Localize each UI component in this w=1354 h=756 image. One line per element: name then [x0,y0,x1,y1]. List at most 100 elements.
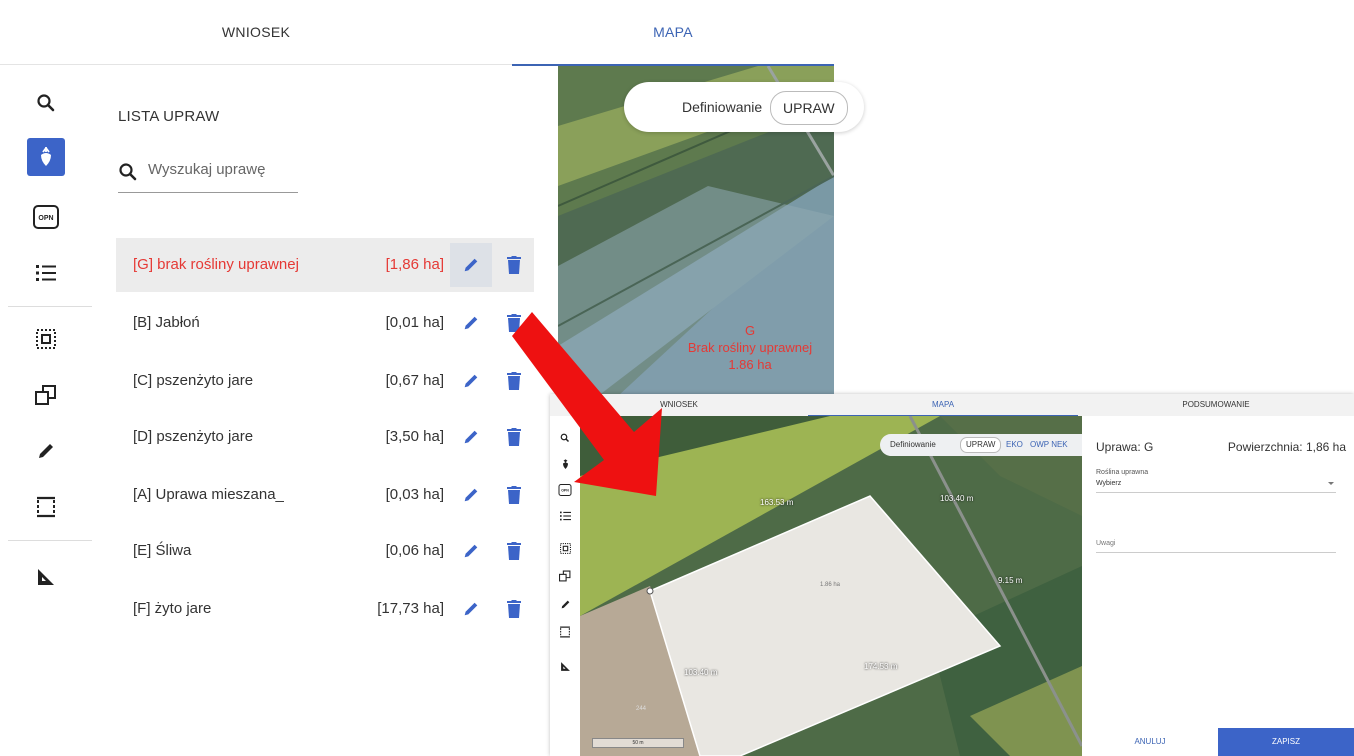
pencil-icon [464,430,478,444]
tab-divider [0,64,512,65]
mode-label: Definiowanie [682,99,763,115]
crop-row[interactable]: [E] Śliwa [0,06 ha] [116,524,534,578]
form-title: Uprawa: G [1096,440,1154,454]
edit-crop-button[interactable] [450,301,492,345]
map-scale-bar: 50 m [592,738,684,748]
pencil-icon [36,441,56,461]
delete-crop-button[interactable] [500,359,528,403]
measure-tool-button[interactable] [27,558,65,596]
crop-select-label: Roślina uprawna [1096,469,1149,476]
vegetable-icon [37,146,55,168]
inset-tab-mapa[interactable]: MAPA [808,394,1078,416]
edit-crop-button[interactable] [450,415,492,459]
crop-name: [E] Śliwa [133,542,192,559]
map-measurement: 103.40 m [684,668,718,677]
inset-mode-upraw-button[interactable]: UPRAW [960,437,1002,453]
dashed-frame-icon[interactable] [557,624,573,640]
crop-row[interactable]: [C] pszenżyto jare [0,67 ha] [116,354,534,408]
crop-name: [A] Uprawa mieszana_ [133,486,284,503]
pencil-icon [464,374,478,388]
pencil-icon [464,544,478,558]
crop-name: [D] pszenżyto jare [133,428,254,445]
crop-select[interactable]: Wybierz [1096,478,1336,493]
vegetable-icon[interactable] [557,456,573,472]
delete-crop-button[interactable] [500,473,528,517]
copy-tool-button[interactable] [27,376,65,414]
trash-icon [507,428,521,446]
copy-shape-icon[interactable] [557,568,573,584]
select-area-icon[interactable] [557,540,573,556]
crops-tool-button[interactable] [27,138,65,176]
save-button[interactable]: ZAPISZ [1218,728,1354,756]
select-area-tool-button[interactable] [27,320,65,358]
delete-crop-button[interactable] [500,587,528,631]
crop-search [118,152,298,193]
crop-search-input[interactable] [148,161,298,178]
inset-tab-podsumowanie[interactable]: PODSUMOWANIE [1078,394,1354,415]
edit-crop-button[interactable] [450,243,492,287]
inset-tab-bar: WNIOSEK MAPA PODSUMOWANIE [550,394,1354,416]
pencil-icon [464,488,478,502]
crop-area: [0,01 ha] [385,314,444,331]
delete-crop-button[interactable] [500,415,528,459]
crop-row[interactable]: [G] brak rośliny uprawnej [1,86 ha] [116,238,534,292]
map-measurement: 174.53 m [864,662,898,671]
edit-crop-button[interactable] [450,587,492,631]
edit-tool-button[interactable] [27,432,65,470]
inset-screenshot: WNIOSEK MAPA PODSUMOWANIE OPN 163.53 m 1… [550,394,1354,756]
main-tab-bar: WNIOSEK MAPA [0,0,834,66]
chevron-down-icon [1328,482,1334,485]
delete-crop-button[interactable] [500,243,528,287]
pencil-icon[interactable] [557,596,573,612]
trash-icon [507,372,521,390]
opn-tool-button[interactable]: OPN [27,198,65,236]
crop-name: [G] brak rośliny uprawnej [133,256,299,273]
inset-mode-owp-button[interactable]: OWP NEK [1030,434,1068,456]
toolbar-divider [8,540,92,541]
delete-crop-button[interactable] [500,529,528,573]
split-tool-button[interactable] [27,488,65,526]
opn-icon[interactable]: OPN [557,482,573,498]
inset-tab-wniosek[interactable]: WNIOSEK [550,394,808,415]
cancel-button[interactable]: ANULUJ [1082,728,1218,756]
search-icon [36,93,56,113]
mode-upraw-button[interactable]: UPRAW [770,91,848,125]
form-area: Powierzchnia: 1,86 ha [1227,440,1346,454]
list-icon[interactable] [557,508,573,524]
crop-row[interactable]: [D] pszenżyto jare [3,50 ha] [116,410,534,464]
copy-shape-icon [35,384,57,406]
crop-row[interactable]: [A] Uprawa mieszana_ [0,03 ha] [116,468,534,522]
trash-icon [507,314,521,332]
crop-row[interactable]: [B] Jabłoń [0,01 ha] [116,296,534,350]
tab-mapa[interactable]: MAPA [512,0,834,66]
crop-select-value: Wybierz [1096,480,1122,487]
edit-crop-button[interactable] [450,473,492,517]
map-measurement: 9.15 m [998,576,1023,585]
svg-text:OPN: OPN [561,489,569,493]
crop-list-title: LISTA UPRAW [118,108,220,125]
search-tool-button[interactable] [27,84,65,122]
crop-name: [C] pszenżyto jare [133,372,254,389]
crop-name: [F] żyto jare [133,600,212,617]
delete-crop-button[interactable] [500,301,528,345]
inset-mode-eko-button[interactable]: EKO [1006,434,1023,456]
opn-icon: OPN [33,205,59,229]
pencil-icon [464,602,478,616]
edit-crop-button[interactable] [450,529,492,573]
map-toolbar: OPN [0,66,93,640]
notes-field[interactable]: Uwagi [1096,538,1336,553]
toolbar-divider [8,306,92,307]
crop-area: [3,50 ha] [385,428,444,445]
tab-wniosek[interactable]: WNIOSEK [0,0,512,64]
list-tool-button[interactable] [27,254,65,292]
inset-map-view[interactable]: 163.53 m 103.40 m 9.15 m 1.86 ha 103.40 … [580,416,1082,756]
pencil-icon [464,316,478,330]
trash-icon [507,600,521,618]
mode-switch: Definiowanie UPRAW [624,82,864,132]
ruler-triangle-icon[interactable] [557,658,573,674]
crop-row[interactable]: [F] żyto jare [17,73 ha] [116,582,534,636]
crop-area: [0,03 ha] [385,486,444,503]
search-icon[interactable] [557,430,573,446]
inset-mode-label: Definiowanie [890,440,936,449]
edit-crop-button[interactable] [450,359,492,403]
